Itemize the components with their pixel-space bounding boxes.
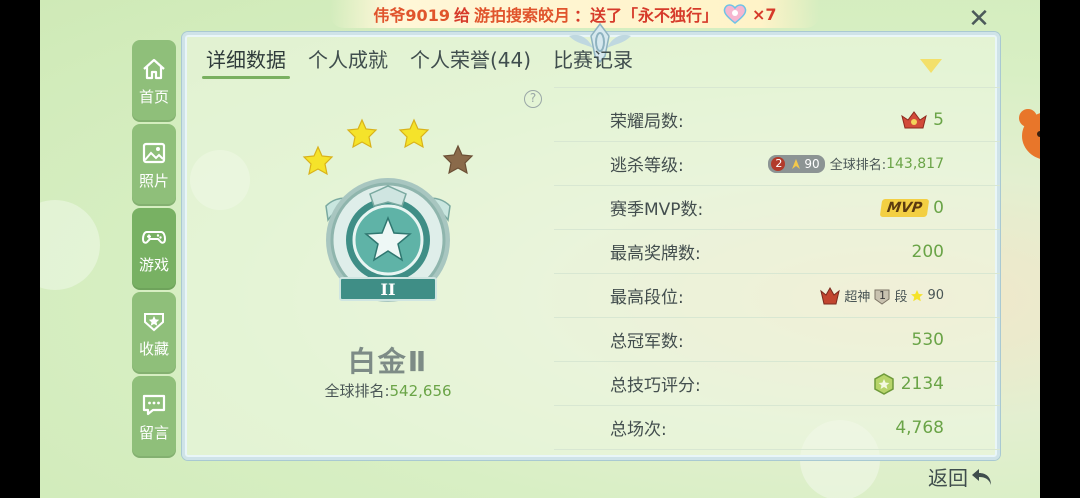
game-profile-screen: 伟爷9019 给 游拍搜索皎月 ：送了「永不独行」 ×7 ✕ 首页 照片 游戏 …: [40, 0, 1040, 498]
rank-star-filled-icon: [398, 118, 430, 149]
gift-verb: 给: [453, 6, 470, 25]
gift-sender: 伟爷9019: [373, 6, 450, 25]
rank-section: II 白金Ⅱ 全球排名:542,656: [240, 110, 500, 410]
stats-value: 4,768: [895, 417, 944, 438]
tab-honors[interactable]: 个人荣誉(44): [410, 44, 531, 84]
stats-label: 总冠军数:: [610, 332, 684, 352]
sidebar-item-label: 收藏: [138, 339, 169, 358]
stats-label: 最高奖牌数:: [610, 244, 701, 264]
tier-star-icon: [911, 289, 924, 301]
stats-row-championships: 总冠军数: 530: [554, 318, 1000, 362]
gamepad-icon: [141, 230, 167, 244]
background-bubble: [40, 200, 100, 290]
sidebar-item-label: 留言: [138, 423, 169, 442]
stats-row-glory-matches: 荣耀局数: 5: [554, 98, 1000, 142]
stats-value: 530: [911, 329, 944, 350]
stats-value: 200: [911, 241, 944, 262]
rank-star-filled-icon: [302, 145, 334, 176]
stats-label: 总技巧评分:: [610, 376, 701, 396]
rank-star-filled-icon: [346, 118, 378, 149]
highest-tier-name: 超神: [844, 290, 871, 305]
sidebar-item-label: 游戏: [138, 255, 169, 274]
tab-detailed-data[interactable]: 详细数据: [202, 44, 290, 84]
tab-achievements[interactable]: 个人成就: [308, 44, 388, 84]
gift-receiver: 游拍搜索皎月: [473, 6, 570, 25]
sidebar-item-games[interactable]: 游戏: [132, 208, 176, 290]
help-icon[interactable]: ?: [524, 90, 542, 108]
stats-label: 最高段位:: [610, 288, 684, 308]
tier-stars-count: 90: [927, 288, 944, 303]
sidebar-item-messages[interactable]: 留言: [132, 376, 176, 458]
sidebar-item-label: 首页: [138, 87, 169, 106]
stats-label: 总场次:: [610, 420, 667, 440]
level-rank-label: 全球排名:: [829, 158, 887, 173]
rank-title: 白金Ⅱ: [347, 345, 429, 378]
stats-row-season-mvp: 赛季MVP数: MVP 0: [554, 186, 1000, 230]
stats-value: 5: [933, 109, 944, 130]
photo-icon: [142, 142, 166, 163]
glory-crest-icon: [901, 110, 927, 128]
rank-global-label: 全球排名:: [324, 382, 390, 400]
mascot-pet-icon[interactable]: [1014, 96, 1040, 166]
back-button[interactable]: 返回: [928, 462, 994, 491]
rank-global-value: 542,656: [389, 382, 452, 400]
stats-row-skill-score: 总技巧评分: 2134: [554, 362, 1000, 406]
segment-icon: 1: [873, 287, 891, 305]
stats-row-total-matches: 总场次: 4,768: [554, 406, 1000, 450]
gift-count: ×7: [752, 4, 777, 24]
stats-value: 0: [933, 197, 944, 218]
stats-value: 2134: [900, 373, 944, 394]
sidebar-item-photos[interactable]: 照片: [132, 124, 176, 206]
rank-emblem-numeral: II: [381, 280, 396, 299]
supreme-tier-icon: [820, 286, 841, 304]
level-wing-icon: [792, 158, 801, 169]
rank-global-position: 全球排名:542,656: [240, 380, 536, 401]
mvp-tag: MVP: [879, 198, 930, 217]
stats-row-battle-royale-level: 逃杀等级: 2 90 全球排名:143,817: [554, 142, 1000, 186]
star-collect-icon: [144, 312, 164, 331]
level-rank-value: 143,817: [886, 155, 944, 172]
skill-score-icon: [873, 372, 894, 395]
rank-star-empty-icon: [442, 144, 474, 175]
level-badge: 2 90: [768, 154, 825, 173]
back-label: 返回: [928, 466, 968, 490]
message-icon: [142, 394, 166, 415]
level-number: 90: [804, 156, 820, 171]
sidebar-item-favorites[interactable]: 收藏: [132, 292, 176, 374]
back-arrow-icon: [972, 468, 991, 485]
stats-row-partial: [554, 58, 1000, 88]
sidebar-item-label: 照片: [138, 171, 169, 190]
stats-row-highest-tier: 最高段位: 超神 1 段 90: [554, 274, 1000, 318]
segment-number: 1: [878, 288, 886, 302]
stats-label: 赛季MVP数:: [610, 200, 704, 220]
close-button[interactable]: ✕: [966, 6, 992, 32]
stats-label: 逃杀等级:: [610, 156, 684, 176]
home-icon: [143, 58, 165, 79]
gift-heart-icon: [722, 3, 748, 25]
sidebar: 首页 照片 游戏 收藏 留言: [132, 40, 176, 460]
stats-list[interactable]: 荣耀局数: 5 逃杀等级: 2 90 全球排名:143,817 赛季MVP数:: [554, 58, 1000, 453]
sidebar-item-home[interactable]: 首页: [132, 40, 176, 122]
rank-emblem: II: [302, 118, 474, 302]
segment-label: 段: [894, 290, 908, 305]
gold-tier-icon: [920, 58, 942, 73]
stats-label: 荣耀局数:: [610, 112, 684, 132]
stats-row-max-medals: 最高奖牌数: 200: [554, 230, 1000, 274]
